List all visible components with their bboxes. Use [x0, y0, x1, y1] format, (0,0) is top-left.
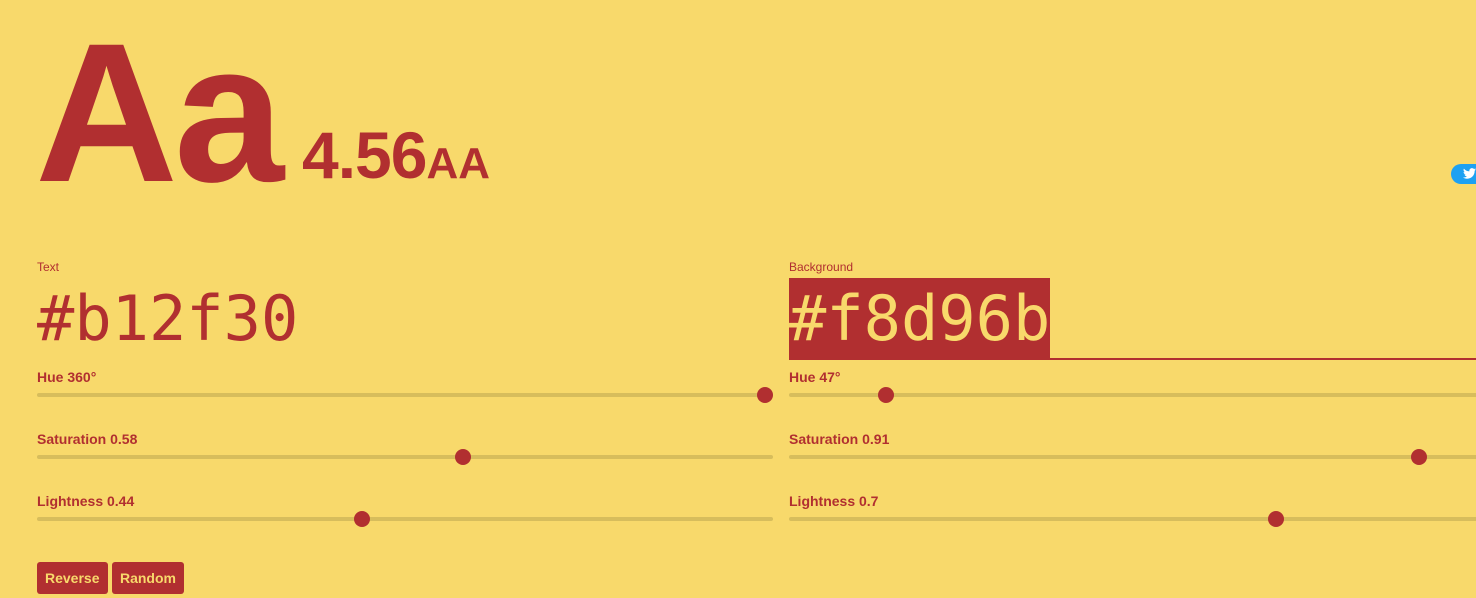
background-saturation-slider[interactable]: Saturation 0.91	[789, 422, 1476, 484]
background-lightness-slider[interactable]: Lightness 0.7	[789, 484, 1476, 546]
background-color-label: Background	[789, 260, 854, 274]
text-hex-value: #b12f30	[37, 282, 299, 355]
slider-track[interactable]	[37, 517, 773, 521]
action-buttons: Reverse Random	[37, 562, 184, 594]
background-hue-slider[interactable]: Hue 47°	[789, 360, 1476, 422]
text-lightness-slider[interactable]: Lightness 0.44	[37, 484, 773, 546]
slider-thumb[interactable]	[454, 449, 471, 465]
slider-thumb[interactable]	[1411, 449, 1428, 465]
text-hex-input[interactable]: #b12f30	[37, 278, 773, 360]
slider-thumb[interactable]	[757, 387, 773, 403]
text-color-label: Text	[37, 260, 60, 274]
slider-thumb[interactable]	[1267, 511, 1284, 527]
contrast-rating: AA	[426, 139, 491, 188]
text-hue-label: Hue 360°	[37, 369, 97, 385]
text-lightness-label: Lightness 0.44	[37, 493, 135, 509]
slider-track[interactable]	[37, 455, 773, 459]
tweet-button[interactable]	[1451, 164, 1476, 184]
twitter-bird-icon	[1463, 168, 1476, 179]
slider-track[interactable]	[789, 517, 1476, 521]
text-saturation-slider[interactable]: Saturation 0.58	[37, 422, 773, 484]
background-hex-value: #f8d96b	[789, 278, 1051, 360]
reverse-button[interactable]: Reverse	[37, 562, 108, 594]
contrast-ratio: 4.56	[302, 118, 427, 192]
contrast-score: 4.56AA	[302, 122, 490, 188]
text-color-panel: Text #b12f30 Hue 360° Saturation 0.58 Li…	[37, 260, 773, 546]
sample-text-preview: Aa	[35, 2, 284, 223]
text-saturation-label: Saturation 0.58	[37, 431, 138, 447]
background-saturation-label: Saturation 0.91	[789, 431, 890, 447]
color-contrast-page: Aa 4.56AA Text #b12f30 Hue 360° Saturati…	[0, 0, 1476, 598]
slider-track[interactable]	[789, 455, 1476, 459]
slider-track[interactable]	[37, 393, 773, 397]
slider-thumb[interactable]	[878, 387, 895, 403]
background-hex-input[interactable]: #f8d96b	[789, 278, 1476, 360]
background-color-panel: Background #f8d96b Hue 47° Saturation 0.…	[789, 260, 1476, 546]
background-hue-label: Hue 47°	[789, 369, 841, 385]
slider-thumb[interactable]	[353, 511, 370, 527]
text-hue-slider[interactable]: Hue 360°	[37, 360, 773, 422]
background-lightness-label: Lightness 0.7	[789, 493, 879, 509]
random-button[interactable]: Random	[111, 562, 184, 594]
